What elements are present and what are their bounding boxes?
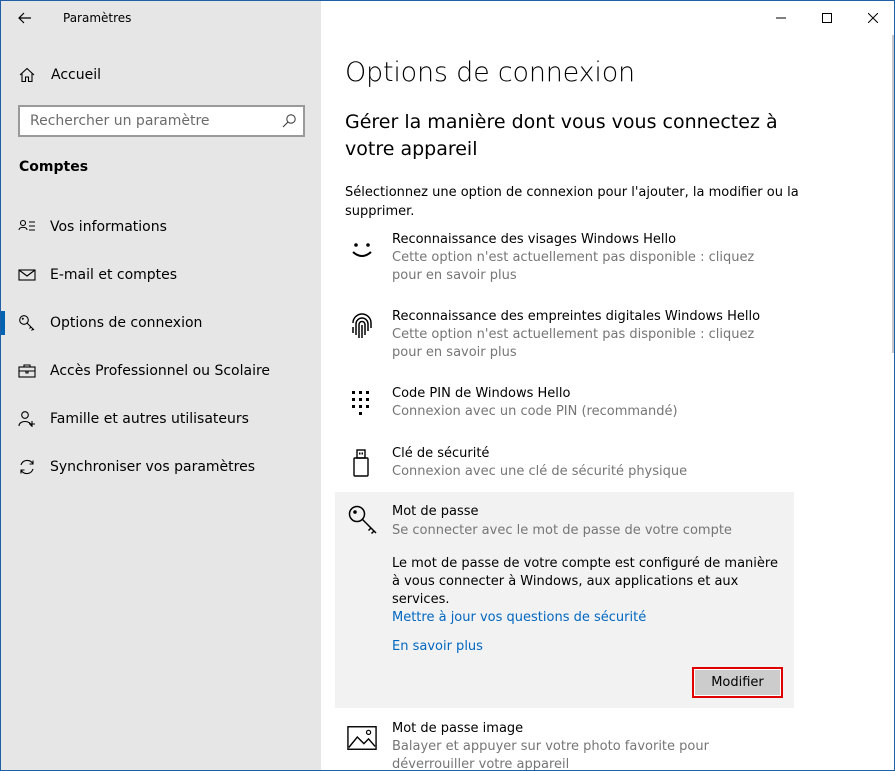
password-info-text: Le mot de passe de votre compte est conf…	[392, 556, 778, 607]
sidebar-item-label: Synchroniser vos paramètres	[50, 459, 255, 475]
page-title: Options de connexion	[345, 57, 635, 88]
option-description: Connexion avec un code PIN (recommandé)	[392, 404, 678, 419]
key-icon	[19, 315, 35, 331]
minimize-button[interactable]	[758, 1, 804, 35]
intro-text: Sélectionnez une option de connexion pou…	[345, 185, 799, 219]
mail-icon	[18, 269, 36, 281]
sidebar-item-label: Famille et autres utilisateurs	[50, 411, 249, 427]
sidebar-item-acces-pro[interactable]: Accès Professionnel ou Scolaire	[1, 347, 321, 395]
page-subtitle: Gérer la manière dont vous vous connecte…	[345, 111, 778, 160]
fingerprint-icon	[352, 313, 372, 338]
key-icon	[348, 505, 377, 535]
sidebar-item-vos-informations[interactable]: Vos informations	[1, 203, 321, 251]
option-fingerprint[interactable]: Reconnaissance des empreintes digitales …	[335, 307, 793, 367]
option-description: Cette option n'est actuellement pas disp…	[392, 250, 755, 283]
learn-more-link[interactable]: En savoir plus	[392, 639, 483, 654]
home-label: Accueil	[51, 67, 101, 83]
option-title: Reconnaissance des empreintes digitales …	[392, 309, 761, 324]
home-link[interactable]: Accueil	[1, 57, 321, 93]
sidebar-item-synchroniser[interactable]: Synchroniser vos paramètres	[1, 443, 321, 491]
minimize-icon	[776, 17, 786, 19]
option-title: Reconnaissance des visages Windows Hello	[392, 232, 677, 247]
sidebar-item-label: Vos informations	[50, 219, 167, 235]
sidebar-item-label: E-mail et comptes	[50, 267, 178, 283]
face-icon	[352, 243, 372, 257]
pin-keypad-icon	[352, 391, 369, 415]
option-picture-password[interactable]: Mot de passe image Balayer et appuyer su…	[335, 719, 793, 771]
sidebar-item-famille[interactable]: Famille et autres utilisateurs	[1, 395, 321, 443]
option-password-panel[interactable]: Mot de passe Se connecter avec le mot de…	[335, 492, 794, 708]
option-description: Balayer et appuyer sur votre photo favor…	[392, 739, 709, 771]
picture-icon	[347, 726, 377, 750]
back-button[interactable]	[1, 1, 49, 35]
search-placeholder: Rechercher un paramètre	[30, 113, 210, 129]
usb-key-icon	[353, 449, 369, 477]
option-description: Se connecter avec le mot de passe de vot…	[392, 523, 732, 538]
option-security-key[interactable]: Clé de sécurité Connexion avec une clé d…	[335, 444, 793, 488]
option-face-recognition[interactable]: Reconnaissance des visages Windows Hello…	[335, 230, 793, 290]
modify-button[interactable]: Modifier	[692, 667, 783, 698]
app-title: Paramètres	[63, 11, 132, 25]
option-description: Cette option n'est actuellement pas disp…	[392, 327, 755, 360]
sidebar: Paramètres Accueil Rechercher un paramèt…	[1, 1, 321, 770]
sidebar-item-email[interactable]: E-mail et comptes	[1, 251, 321, 299]
maximize-icon	[822, 13, 832, 23]
person-add-icon	[18, 411, 35, 427]
section-title: Comptes	[19, 159, 89, 175]
option-title: Mot de passe image	[392, 721, 524, 736]
sidebar-nav: Vos informations E-mail et comptes Optio…	[1, 203, 321, 491]
home-icon	[19, 67, 35, 83]
update-security-questions-link[interactable]: Mettre à jour vos questions de sécurité	[392, 610, 646, 625]
search-input[interactable]: Rechercher un paramètre	[18, 105, 305, 137]
modify-button-label: Modifier	[695, 670, 780, 695]
option-title: Code PIN de Windows Hello	[392, 386, 571, 401]
sidebar-item-label: Options de connexion	[50, 315, 203, 331]
sync-icon	[20, 459, 34, 475]
option-description: Connexion avec une clé de sécurité physi…	[392, 464, 688, 479]
close-button[interactable]	[850, 1, 894, 35]
sidebar-item-label: Accès Professionnel ou Scolaire	[50, 363, 271, 379]
search-icon	[282, 114, 296, 128]
option-title: Mot de passe	[392, 504, 479, 519]
main-content: Options de connexion Gérer la manière do…	[321, 1, 894, 771]
option-pin[interactable]: Code PIN de Windows Hello Connexion avec…	[335, 384, 793, 428]
maximize-button[interactable]	[804, 1, 850, 35]
title-bar: Paramètres	[1, 1, 321, 35]
window-controls	[758, 1, 894, 35]
option-title: Clé de sécurité	[392, 446, 490, 461]
sidebar-item-options-connexion[interactable]: Options de connexion	[1, 299, 321, 347]
settings-window: Paramètres Accueil Rechercher un paramèt…	[0, 0, 895, 771]
close-icon	[868, 13, 878, 23]
briefcase-icon	[18, 364, 36, 378]
scrollbar[interactable]	[892, 35, 894, 353]
person-card-icon	[18, 219, 35, 231]
back-arrow-icon	[18, 12, 31, 24]
